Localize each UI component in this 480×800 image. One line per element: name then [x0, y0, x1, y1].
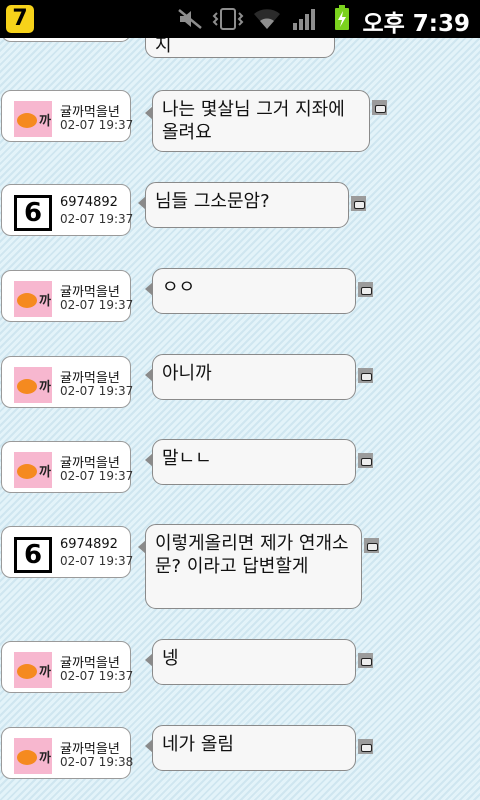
message-text: 님들 그소문암? [155, 191, 270, 212]
message-text: 네가 올림 [162, 734, 234, 755]
mute-icon [178, 9, 202, 29]
message-bubble[interactable]: 님들 그소문암? [145, 182, 349, 228]
sender-profile[interactable]: 까 귤까먹을년 02-07 19:37 [1, 270, 134, 322]
message-timestamp: 02-07 19:37 [60, 669, 134, 683]
sender-nickname: 6974892 [60, 195, 118, 210]
sender-profile[interactable]: 6 6974892 02-07 19:37 [1, 184, 134, 236]
lock-icon [358, 453, 373, 468]
lock-icon [358, 739, 373, 754]
lock-icon [358, 368, 373, 383]
lock-icon [351, 196, 366, 211]
sender-nickname: 6974892 [60, 537, 118, 552]
lock-icon [364, 538, 379, 553]
tangerine-icon [17, 750, 37, 765]
message-bubble[interactable]: 이렇게올리면 제가 연개소문? 이라고 답변할게 [145, 524, 362, 609]
tangerine-icon [17, 664, 37, 679]
message-text: 말ㄴㄴ [162, 448, 212, 469]
lock-icon [358, 282, 373, 297]
sender-profile[interactable]: 까 귤까먹을년 02-07 19:37 [1, 641, 134, 693]
vibrate-icon [212, 8, 244, 30]
sender-profile[interactable]: 까 귤까먹을년 02-07 19:38 [1, 727, 134, 779]
message-timestamp: 02-07 19:37 [60, 118, 134, 132]
avatar: 6 [14, 195, 52, 231]
message-text: 아니까 [162, 363, 212, 384]
sender-profile[interactable]: 까 귤까먹을년 02-07 19:37 [1, 90, 134, 142]
message-bubble[interactable]: 나는 몇살님 그거 지좌에 올려요 [152, 90, 370, 152]
message-timestamp: 02-07 19:37 [60, 384, 134, 398]
lock-icon [358, 653, 373, 668]
status-clock: 오후 7:39 [362, 11, 470, 37]
message-text: 나는 몇살님 그거 지좌에 올려요 [162, 99, 345, 143]
message-bubble[interactable]: 네가 올림 [152, 725, 356, 771]
battery-charging-icon [335, 5, 349, 30]
sender-profile[interactable]: 6 6974892 02-07 19:37 [1, 526, 134, 578]
avatar: 6 [14, 537, 52, 573]
message-timestamp: 02-07 19:37 [60, 298, 134, 312]
message-timestamp: 02-07 19:38 [60, 755, 134, 769]
sender-profile[interactable]: 6 [1, 38, 131, 42]
tangerine-icon [17, 464, 37, 479]
tangerine-icon [17, 293, 37, 308]
tangerine-icon [17, 379, 37, 394]
message-timestamp: 02-07 19:37 [60, 469, 134, 483]
avatar: 까 [14, 652, 52, 688]
avatar: 까 [14, 101, 52, 137]
message-bubble[interactable]: ㅇㅇ [152, 268, 356, 314]
tangerine-icon [17, 113, 37, 128]
message-bubble[interactable]: 아니까 [152, 354, 356, 400]
notification-app-icon[interactable]: 7 [6, 5, 34, 33]
signal-icon [293, 9, 315, 30]
message-text: 지 [155, 38, 172, 56]
chat-message-list[interactable]: 6 지 까 귤까먹을년 02-07 19:37 나는 몇살님 그거 지좌에 올려… [0, 38, 480, 800]
lock-icon [372, 100, 387, 115]
sender-profile[interactable]: 까 귤까먹을년 02-07 19:37 [1, 441, 134, 493]
avatar: 까 [14, 452, 52, 488]
message-timestamp: 02-07 19:37 [60, 212, 134, 226]
status-bar: 7 오후 7:39 [0, 0, 480, 38]
message-timestamp: 02-07 19:37 [60, 554, 134, 568]
avatar: 까 [14, 367, 52, 403]
wifi-icon [254, 9, 280, 29]
message-bubble[interactable]: 지 [145, 38, 335, 58]
avatar: 까 [14, 738, 52, 774]
message-bubble[interactable]: 말ㄴㄴ [152, 439, 356, 485]
sender-profile[interactable]: 까 귤까먹을년 02-07 19:37 [1, 356, 134, 408]
message-bubble[interactable]: 넹 [152, 639, 356, 685]
avatar: 까 [14, 281, 52, 317]
message-text: 넹 [162, 648, 179, 669]
message-text: 이렇게올리면 제가 연개소문? 이라고 답변할게 [155, 533, 349, 577]
message-text: ㅇㅇ [162, 277, 196, 298]
